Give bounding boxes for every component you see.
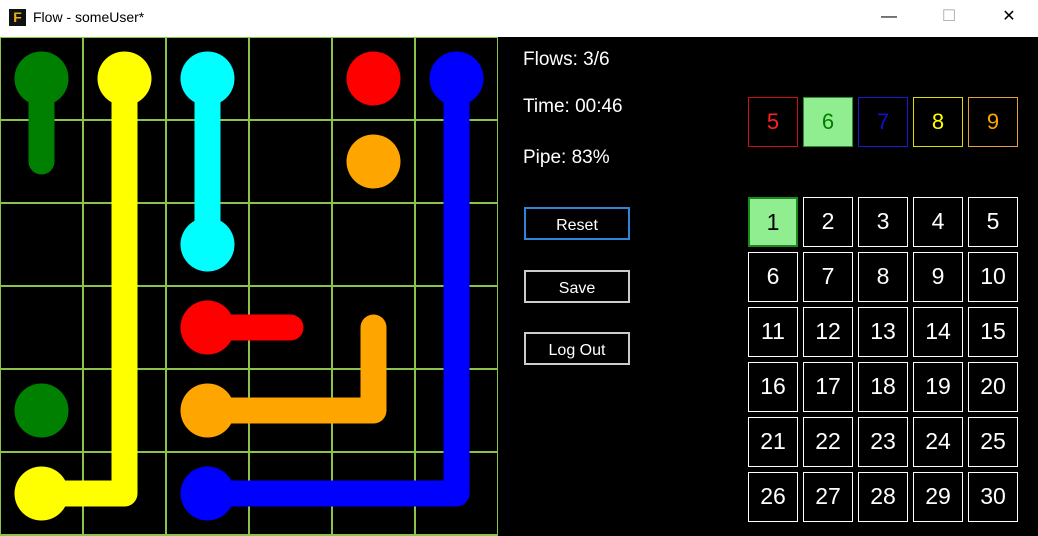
flow-dot[interactable]: [180, 383, 235, 438]
level-button-15[interactable]: 15: [968, 307, 1018, 357]
flow-dot[interactable]: [97, 51, 152, 106]
level-button-9[interactable]: 9: [913, 252, 963, 302]
level-button-19[interactable]: 19: [913, 362, 963, 412]
level-button-11[interactable]: 11: [748, 307, 798, 357]
flow-dot[interactable]: [346, 134, 401, 189]
level-button-5[interactable]: 5: [968, 197, 1018, 247]
save-button[interactable]: Save: [524, 270, 630, 303]
flow-dot[interactable]: [14, 383, 69, 438]
level-button-26[interactable]: 26: [748, 472, 798, 522]
close-icon[interactable]: ✕: [986, 0, 1032, 37]
size-option-7[interactable]: 7: [858, 97, 908, 147]
time-display: Time: 00:46: [523, 96, 623, 117]
window-title: Flow - someUser*: [33, 9, 145, 25]
flow-dot[interactable]: [180, 466, 235, 521]
flow-dot[interactable]: [180, 51, 235, 106]
flow-dot[interactable]: [14, 466, 69, 521]
title-bar: F Flow - someUser* — ☐ ✕: [0, 0, 1038, 37]
reset-button[interactable]: Reset: [524, 207, 630, 240]
level-button-10[interactable]: 10: [968, 252, 1018, 302]
flow-dot[interactable]: [346, 51, 401, 106]
level-button-12[interactable]: 12: [803, 307, 853, 357]
level-button-22[interactable]: 22: [803, 417, 853, 467]
app-icon: F: [9, 9, 26, 26]
level-button-17[interactable]: 17: [803, 362, 853, 412]
level-button-25[interactable]: 25: [968, 417, 1018, 467]
flow-dot[interactable]: [14, 51, 69, 106]
level-button-27[interactable]: 27: [803, 472, 853, 522]
level-button-13[interactable]: 13: [858, 307, 908, 357]
maximize-icon[interactable]: ☐: [926, 0, 972, 37]
level-button-30[interactable]: 30: [968, 472, 1018, 522]
size-option-9[interactable]: 9: [968, 97, 1018, 147]
flow-dot[interactable]: [180, 217, 235, 272]
flow-dot[interactable]: [180, 300, 235, 355]
level-button-8[interactable]: 8: [858, 252, 908, 302]
flows-count: Flows: 3/6: [523, 49, 610, 70]
level-button-21[interactable]: 21: [748, 417, 798, 467]
level-button-6[interactable]: 6: [748, 252, 798, 302]
minimize-icon[interactable]: —: [866, 0, 912, 37]
size-option-8[interactable]: 8: [913, 97, 963, 147]
level-button-14[interactable]: 14: [913, 307, 963, 357]
level-button-20[interactable]: 20: [968, 362, 1018, 412]
level-button-23[interactable]: 23: [858, 417, 908, 467]
level-button-3[interactable]: 3: [858, 197, 908, 247]
level-button-24[interactable]: 24: [913, 417, 963, 467]
game-board[interactable]: [0, 37, 498, 536]
level-button-7[interactable]: 7: [803, 252, 853, 302]
level-button-4[interactable]: 4: [913, 197, 963, 247]
level-button-28[interactable]: 28: [858, 472, 908, 522]
pipe-percent: Pipe: 83%: [523, 147, 610, 168]
level-button-1[interactable]: 1: [748, 197, 798, 247]
logout-button[interactable]: Log Out: [524, 332, 630, 365]
size-option-5[interactable]: 5: [748, 97, 798, 147]
size-option-6[interactable]: 6: [803, 97, 853, 147]
flow-dot[interactable]: [429, 51, 484, 106]
level-button-18[interactable]: 18: [858, 362, 908, 412]
level-button-29[interactable]: 29: [913, 472, 963, 522]
level-button-16[interactable]: 16: [748, 362, 798, 412]
level-button-2[interactable]: 2: [803, 197, 853, 247]
